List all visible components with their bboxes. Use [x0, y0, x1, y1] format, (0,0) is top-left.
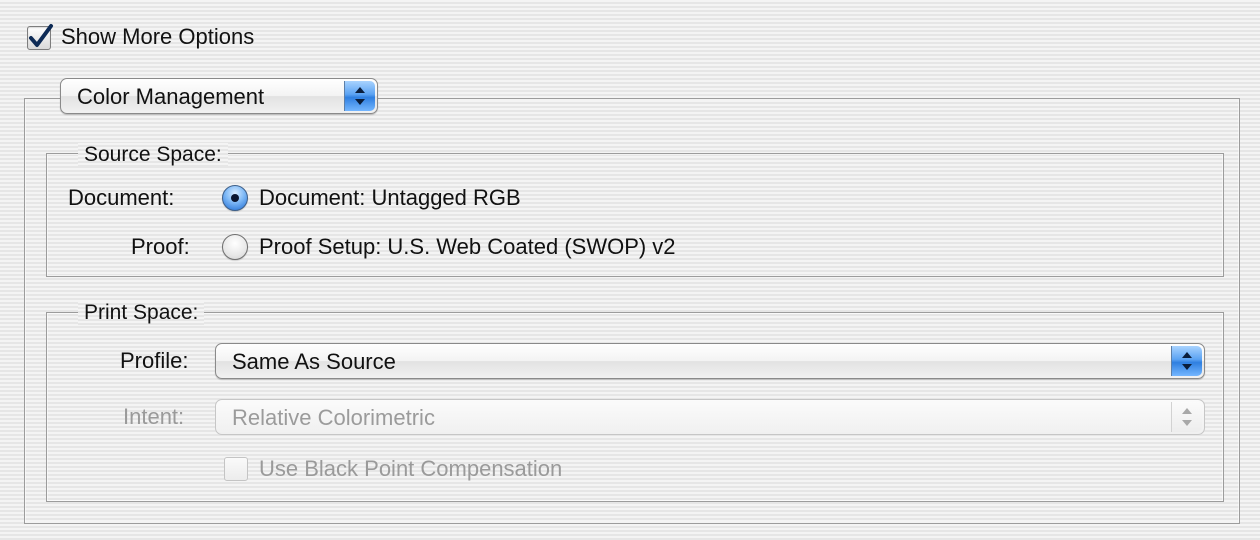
print-space-legend: Print Space:: [78, 301, 205, 325]
black-point-label: Use Black Point Compensation: [259, 456, 563, 481]
checkmark-icon: [29, 24, 53, 47]
updown-arrows-icon: [344, 81, 375, 111]
show-more-options-checkbox[interactable]: [27, 24, 53, 50]
source-space-legend: Source Space:: [78, 143, 228, 167]
intent-popup-value: Relative Colorimetric: [232, 405, 435, 430]
proof-radio[interactable]: [222, 234, 248, 260]
intent-label: Intent:: [123, 404, 185, 429]
profile-popup-value: Same As Source: [232, 349, 396, 374]
profile-popup[interactable]: Same As Source: [215, 343, 1205, 379]
document-option-label[interactable]: Document: Untagged RGB: [259, 185, 521, 211]
proof-row-label: Proof:: [131, 234, 190, 259]
proof-option-label[interactable]: Proof Setup: U.S. Web Coated (SWOP) v2: [259, 234, 676, 260]
intent-popup[interactable]: Relative Colorimetric: [215, 399, 1205, 435]
updown-arrows-icon: [1171, 346, 1202, 376]
black-point-checkbox[interactable]: [224, 457, 248, 481]
show-more-options-label: Show More Options: [61, 24, 255, 49]
updown-arrows-icon: [1171, 402, 1202, 432]
radio-dot-icon: [231, 194, 239, 202]
section-popup[interactable]: Color Management: [60, 78, 378, 114]
document-row-label: Document:: [68, 185, 175, 210]
section-popup-value: Color Management: [77, 84, 265, 109]
profile-label: Profile:: [120, 348, 189, 373]
document-radio[interactable]: [222, 185, 248, 211]
